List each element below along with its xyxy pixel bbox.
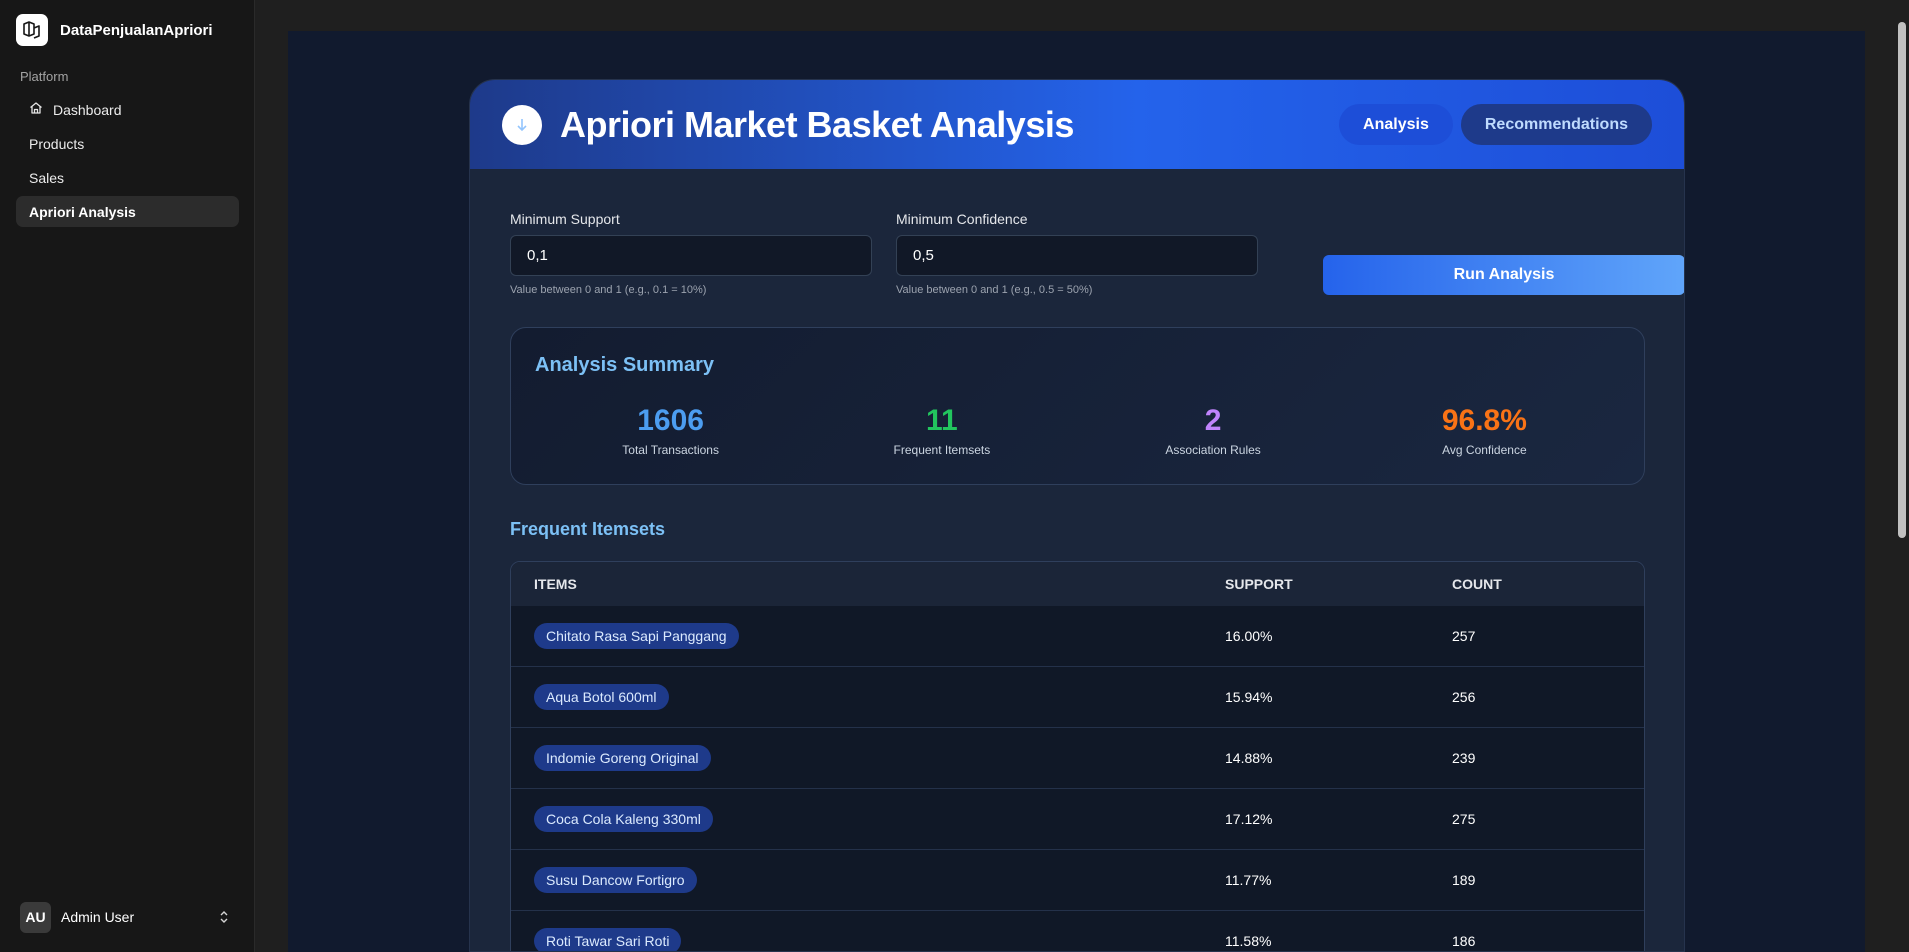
frequent-itemsets-title: Frequent Itemsets bbox=[510, 519, 666, 539]
count-cell: 256 bbox=[1452, 689, 1476, 705]
count-cell: 275 bbox=[1452, 811, 1476, 827]
app-logo-icon bbox=[16, 14, 48, 46]
min-confidence-input[interactable] bbox=[896, 235, 1258, 276]
sidebar-nav: Dashboard Products Sales Apriori Analysi… bbox=[16, 94, 239, 230]
min-confidence-hint: Value between 0 and 1 (e.g., 0.5 = 50%) bbox=[896, 284, 1093, 296]
min-support-hint: Value between 0 and 1 (e.g., 0.1 = 10%) bbox=[510, 284, 707, 296]
sidebar: DataPenjualanApriori Platform Dashboard … bbox=[0, 0, 255, 952]
support-cell: 11.58% bbox=[1225, 933, 1272, 949]
table-row: Aqua Botol 600ml 15.94% 256 bbox=[511, 667, 1644, 728]
table-header: ITEMS SUPPORT COUNT bbox=[511, 562, 1644, 606]
sidebar-item-dashboard[interactable]: Dashboard bbox=[16, 94, 239, 125]
sidebar-item-products[interactable]: Products bbox=[16, 128, 239, 159]
stat-label: Association Rules bbox=[1165, 443, 1261, 457]
min-support-label: Minimum Support bbox=[510, 211, 620, 227]
item-badge: Chitato Rasa Sapi Panggang bbox=[534, 623, 739, 649]
tab-analysis[interactable]: Analysis bbox=[1339, 104, 1453, 145]
support-cell: 17.12% bbox=[1225, 811, 1273, 827]
count-cell: 189 bbox=[1452, 872, 1476, 888]
arrow-down-icon bbox=[502, 104, 542, 145]
table-row: Roti Tawar Sari Roti 11.58% 186 bbox=[511, 911, 1644, 951]
min-confidence-field: Minimum Confidence Value between 0 and 1… bbox=[896, 211, 1258, 296]
apriori-card: Apriori Market Basket Analysis Analysis … bbox=[469, 79, 1685, 952]
stat-total-transactions: 1606 Total Transactions bbox=[535, 403, 806, 457]
sidebar-item-sales[interactable]: Sales bbox=[16, 162, 239, 193]
summary-title: Analysis Summary bbox=[535, 354, 714, 376]
sidebar-item-label: Apriori Analysis bbox=[29, 203, 136, 220]
frequent-itemsets-table: ITEMS SUPPORT COUNT Chitato Rasa Sapi Pa… bbox=[510, 561, 1645, 951]
sidebar-item-label: Dashboard bbox=[53, 101, 122, 118]
min-support-field: Minimum Support Value between 0 and 1 (e… bbox=[510, 211, 872, 296]
run-analysis-button[interactable]: Run Analysis bbox=[1323, 255, 1684, 295]
stat-value: 11 bbox=[926, 404, 958, 437]
nav-group-label: Platform bbox=[20, 69, 69, 84]
stat-value: 1606 bbox=[637, 404, 704, 437]
min-confidence-label: Minimum Confidence bbox=[896, 211, 1028, 227]
stat-association-rules: 2 Association Rules bbox=[1078, 403, 1349, 457]
column-header-support: SUPPORT bbox=[1225, 576, 1293, 592]
count-cell: 239 bbox=[1452, 750, 1476, 766]
table-row: Indomie Goreng Original 14.88% 239 bbox=[511, 728, 1644, 789]
card-header: Apriori Market Basket Analysis Analysis … bbox=[470, 80, 1684, 169]
stat-label: Avg Confidence bbox=[1442, 443, 1527, 457]
item-badge: Coca Cola Kaleng 330ml bbox=[534, 806, 713, 832]
avatar: AU bbox=[20, 901, 51, 933]
stat-frequent-itemsets: 11 Frequent Itemsets bbox=[806, 403, 1077, 457]
table-row: Susu Dancow Fortigro 11.77% 189 bbox=[511, 850, 1644, 911]
summary-stats: 1606 Total Transactions 11 Frequent Item… bbox=[535, 403, 1620, 457]
sidebar-item-label: Sales bbox=[29, 169, 65, 186]
stat-label: Total Transactions bbox=[622, 443, 719, 457]
stat-avg-confidence: 96.8% Avg Confidence bbox=[1349, 403, 1620, 457]
home-icon bbox=[29, 101, 43, 118]
item-badge: Roti Tawar Sari Roti bbox=[534, 928, 682, 951]
support-cell: 15.94% bbox=[1225, 689, 1273, 705]
scrollbar-thumb[interactable] bbox=[1898, 22, 1906, 538]
user-name: Admin User bbox=[61, 909, 135, 925]
item-badge: Aqua Botol 600ml bbox=[534, 684, 669, 710]
stat-value: 2 bbox=[1204, 404, 1222, 437]
support-cell: 14.88% bbox=[1225, 750, 1273, 766]
stat-value: 96.8% bbox=[1441, 404, 1527, 437]
tab-recommendations[interactable]: Recommendations bbox=[1460, 104, 1652, 145]
table-row: Coca Cola Kaleng 330ml 17.12% 275 bbox=[511, 789, 1644, 850]
analysis-summary: Analysis Summary 1606 Total Transactions… bbox=[510, 327, 1645, 485]
stat-label: Frequent Itemsets bbox=[893, 443, 991, 457]
column-header-items: ITEMS bbox=[534, 576, 577, 592]
user-menu[interactable]: AU Admin User bbox=[20, 901, 230, 933]
count-cell: 257 bbox=[1452, 628, 1476, 644]
support-cell: 16.00% bbox=[1225, 628, 1273, 644]
app-name: DataPenjualanApriori bbox=[60, 21, 213, 39]
scrollbar[interactable] bbox=[1895, 0, 1909, 952]
sidebar-item-apriori-analysis[interactable]: Apriori Analysis bbox=[16, 196, 239, 227]
count-cell: 186 bbox=[1452, 933, 1476, 949]
page-title: Apriori Market Basket Analysis bbox=[560, 103, 1074, 145]
item-badge: Susu Dancow Fortigro bbox=[534, 867, 697, 893]
min-support-input[interactable] bbox=[510, 235, 872, 276]
chevron-up-down-icon bbox=[218, 910, 230, 924]
item-badge: Indomie Goreng Original bbox=[534, 745, 711, 771]
column-header-count: COUNT bbox=[1452, 576, 1502, 592]
analysis-form: Minimum Support Value between 0 and 1 (e… bbox=[510, 211, 1684, 301]
sidebar-item-label: Products bbox=[29, 135, 85, 152]
support-cell: 11.77% bbox=[1225, 872, 1272, 888]
table-row: Chitato Rasa Sapi Panggang 16.00% 257 bbox=[511, 606, 1644, 667]
brand[interactable]: DataPenjualanApriori bbox=[16, 14, 213, 46]
